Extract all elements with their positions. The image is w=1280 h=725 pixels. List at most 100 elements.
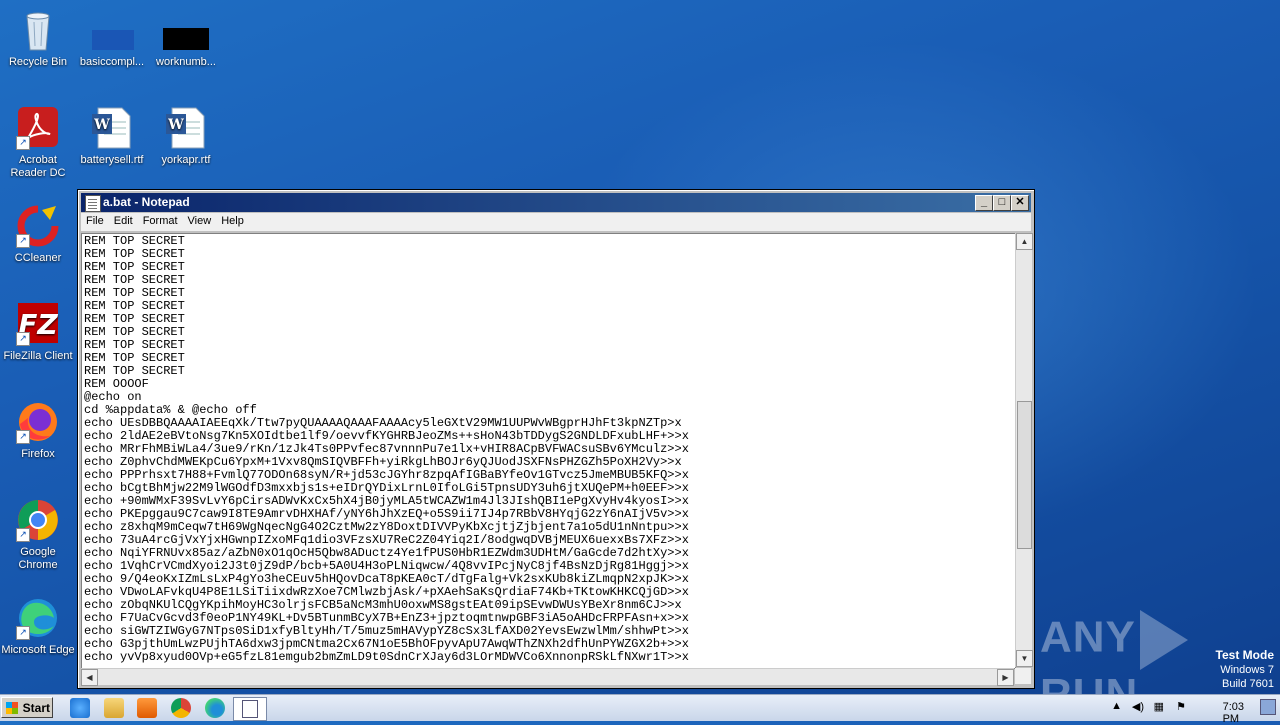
editor-line: REM TOP SECRET <box>84 351 185 365</box>
shortcut-arrow-icon: ↗ <box>16 528 30 542</box>
acrobat-icon: ↗ <box>16 106 60 150</box>
play-icon <box>1139 610 1188 670</box>
editor-line: REM TOP SECRET <box>84 338 185 352</box>
scroll-down-button[interactable]: ▼ <box>1016 650 1033 667</box>
resize-grip[interactable] <box>1015 668 1031 684</box>
watermark-text-left: ANY <box>1040 612 1136 662</box>
editor-line: REM TOP SECRET <box>84 273 185 287</box>
editor-line: REM OOOOF <box>84 377 149 391</box>
desktop-icon-basiccompl[interactable]: basiccompl... <box>74 8 150 69</box>
document-icon <box>90 8 134 52</box>
test-mode-line2: Windows 7 <box>1220 664 1274 676</box>
file-explorer-icon[interactable] <box>104 698 124 718</box>
firefox-icon: ↗ <box>16 400 60 444</box>
chrome-icon: ↗ <box>16 498 60 542</box>
taskbar-notepad[interactable] <box>233 697 267 721</box>
minimize-button[interactable]: _ <box>975 195 993 211</box>
internet-explorer-icon[interactable] <box>70 698 90 718</box>
desktop-icon-chrome[interactable]: ↗ Google Chrome <box>0 498 76 572</box>
editor-line: REM TOP SECRET <box>84 247 185 261</box>
desktop-icon-label: CCleaner <box>14 252 62 264</box>
notepad-icon <box>85 195 101 212</box>
show-desktop-button[interactable] <box>1260 699 1276 715</box>
shortcut-arrow-icon: ↗ <box>16 626 30 640</box>
edge-icon: ↗ <box>16 596 60 640</box>
horizontal-scrollbar[interactable]: ◀ ▶ <box>81 668 1014 686</box>
menu-bar: File Edit Format View Help <box>81 213 1031 231</box>
editor-line: REM TOP SECRET <box>84 260 185 274</box>
windows-logo-icon <box>6 702 18 714</box>
shortcut-arrow-icon: ↗ <box>16 430 30 444</box>
menu-help[interactable]: Help <box>216 213 249 227</box>
desktop-icon-worknumb[interactable]: worknumb... <box>148 8 224 69</box>
desktop-icon-recycle-bin[interactable]: Recycle Bin <box>0 8 76 69</box>
word-document-icon: W <box>164 106 208 150</box>
desktop-icon-yorkapr[interactable]: W yorkapr.rtf <box>148 106 224 167</box>
maximize-button[interactable]: □ <box>993 195 1011 211</box>
editor-line: REM TOP SECRET <box>84 312 185 326</box>
start-label: Start <box>22 701 50 715</box>
desktop-icon-label: FileZilla Client <box>3 350 73 362</box>
editor-content: REM TOP SECRET REM TOP SECRET REM TOP SECR… <box>82 234 1015 665</box>
taskbar: Start ▲ ◀) ▦ ⚑ 7:03 PM <box>0 694 1280 725</box>
document-icon <box>163 8 209 52</box>
shortcut-arrow-icon: ↗ <box>16 136 30 150</box>
desktop-icon-label: Google Chrome <box>18 546 58 571</box>
test-mode-line1: Test Mode <box>1215 648 1274 662</box>
desktop-icon-label: yorkapr.rtf <box>161 154 211 166</box>
desktop-icon-label: Microsoft Edge <box>1 644 75 656</box>
editor-line: REM TOP SECRET <box>84 364 185 378</box>
network-icon[interactable]: ▦ <box>1154 700 1164 713</box>
editor-line: REM TOP SECRET <box>84 299 185 313</box>
chrome-taskbar-icon[interactable] <box>171 698 191 718</box>
desktop-icon-firefox[interactable]: ↗ Firefox <box>0 400 76 461</box>
title-bar[interactable]: a.bat - Notepad _ □ ✕ <box>81 193 1031 212</box>
menu-file[interactable]: File <box>81 213 109 227</box>
text-editor[interactable]: REM TOP SECRET REM TOP SECRET REM TOP SECR… <box>81 233 1016 669</box>
scroll-up-button[interactable]: ▲ <box>1016 233 1033 250</box>
recycle-bin-icon <box>16 8 60 52</box>
desktop-icon-acrobat[interactable]: ↗ Acrobat Reader DC <box>0 106 76 180</box>
svg-text:W: W <box>167 117 184 133</box>
desktop-icon-label: Firefox <box>21 448 55 460</box>
scrollbar-thumb[interactable] <box>1017 401 1032 549</box>
vertical-scrollbar[interactable]: ▲ ▼ <box>1015 233 1033 667</box>
desktop-icon-label: basiccompl... <box>79 56 145 68</box>
taskbar-clock[interactable]: 7:03 PM <box>1223 701 1244 725</box>
svg-text:W: W <box>93 117 110 133</box>
desktop-icon-label: Acrobat Reader DC <box>10 154 66 179</box>
test-mode-notice: Test Mode Windows 7 Build 7601 <box>1216 648 1274 691</box>
editor-line: REM TOP SECRET <box>84 286 185 300</box>
scroll-left-button[interactable]: ◀ <box>81 669 98 686</box>
window-title: a.bat - Notepad <box>103 195 190 209</box>
desktop-icon-edge[interactable]: ↗ Microsoft Edge <box>0 596 76 657</box>
tray-expand-icon[interactable]: ▲ <box>1111 700 1122 712</box>
shortcut-arrow-icon: ↗ <box>16 234 30 248</box>
ccleaner-icon: ↗ <box>16 204 60 248</box>
desktop-icon-ccleaner[interactable]: ↗ CCleaner <box>0 204 76 265</box>
editor-line: REM TOP SECRET <box>84 325 185 339</box>
editor-line: REM TOP SECRET <box>84 234 185 248</box>
close-button[interactable]: ✕ <box>1011 195 1029 211</box>
desktop-icon-label: worknumb... <box>156 56 216 68</box>
desktop-icon-label: Recycle Bin <box>8 56 68 68</box>
desktop-icon-label: batterysell.rtf <box>80 154 144 166</box>
menu-edit[interactable]: Edit <box>109 213 138 227</box>
notepad-window[interactable]: a.bat - Notepad _ □ ✕ File Edit Format View… <box>77 189 1035 689</box>
test-mode-line3: Build 7601 <box>1222 678 1274 690</box>
editor-line: echo yvVp8xyud0OVp+eG5fzL81emgub2bmZmLD9… <box>84 650 689 664</box>
media-player-icon[interactable] <box>137 698 157 718</box>
volume-icon[interactable]: ◀) <box>1132 700 1144 713</box>
notepad-taskbar-icon <box>242 700 258 718</box>
menu-view[interactable]: View <box>183 213 217 227</box>
start-button[interactable]: Start <box>1 697 53 718</box>
desktop-icon-filezilla[interactable]: FZ ↗ FileZilla Client <box>0 302 76 363</box>
menu-format[interactable]: Format <box>138 213 183 227</box>
edge-taskbar-icon[interactable] <box>205 698 225 718</box>
desktop-icon-batterysell[interactable]: W batterysell.rtf <box>74 106 150 167</box>
filezilla-icon: FZ ↗ <box>16 302 60 346</box>
scroll-right-button[interactable]: ▶ <box>997 669 1014 686</box>
action-center-flag-icon[interactable]: ⚑ <box>1176 700 1186 713</box>
word-document-icon: W <box>90 106 134 150</box>
shortcut-arrow-icon: ↗ <box>16 332 30 346</box>
